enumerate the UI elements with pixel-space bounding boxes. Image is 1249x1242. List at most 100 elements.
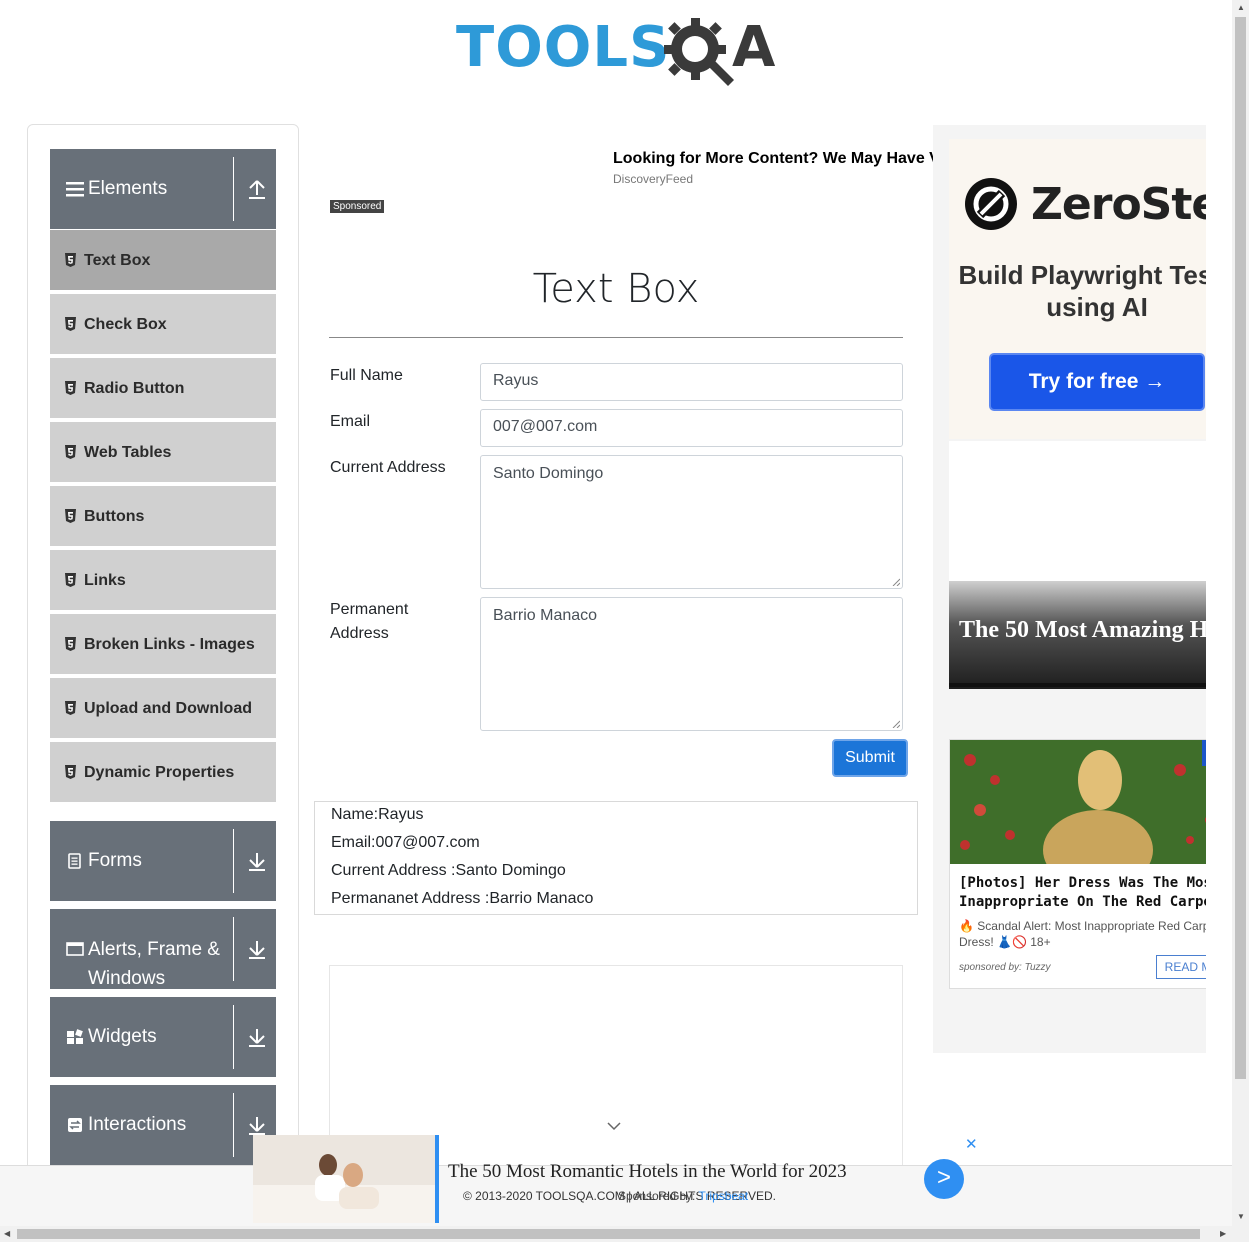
logo-text-tools: TOOLS bbox=[456, 15, 671, 80]
sidebar-item-check-box[interactable]: Check Box bbox=[50, 294, 276, 356]
group-header-forms[interactable]: Forms bbox=[50, 821, 276, 901]
html5-icon bbox=[65, 317, 76, 331]
group-title: Elements bbox=[88, 178, 168, 199]
bottom-ad-sponsor-prefix: Sponsored by: bbox=[618, 1189, 699, 1203]
full-name-input[interactable]: Rayus bbox=[480, 363, 903, 401]
sidebar-item-broken-links[interactable]: Broken Links - Images bbox=[50, 614, 276, 676]
sidebar-item-label: Buttons bbox=[84, 508, 145, 525]
sidebar-item-dynamic-properties[interactable]: Dynamic Properties bbox=[50, 742, 276, 804]
group-header-interactions[interactable]: Interactions bbox=[50, 1085, 276, 1165]
output-panel: Name:Rayus Email:007@007.com Current Add… bbox=[314, 801, 918, 915]
expand-down-icon[interactable] bbox=[246, 1025, 268, 1049]
sidebar-item-label: Upload and Download bbox=[84, 700, 252, 717]
bottom-ad-image bbox=[253, 1135, 435, 1223]
page: TOOLS A Elements Text Box Check Box Radi… bbox=[0, 0, 1249, 1242]
bottom-ad-go-button[interactable]: > bbox=[924, 1159, 964, 1199]
page-title: Text Box bbox=[532, 266, 700, 312]
group-header-alerts[interactable]: Alerts, Frame & Windows bbox=[50, 909, 276, 989]
logo-text-a: A bbox=[732, 15, 776, 80]
sidebar-item-label: Broken Links - Images bbox=[84, 636, 255, 653]
toolsqa-logo[interactable]: TOOLS A bbox=[456, 16, 786, 94]
scroll-right-arrow-icon[interactable]: ▶ bbox=[1220, 1229, 1226, 1238]
horizontal-scrollbar[interactable]: ◀ ▶ bbox=[0, 1226, 1249, 1242]
sidebar-item-text-box[interactable]: Text Box bbox=[50, 230, 276, 292]
permanent-address-textarea[interactable]: Barrio Manaco bbox=[480, 597, 903, 731]
permanent-address-label: Permanent Address bbox=[330, 601, 409, 642]
zerostep-brand: ZeroStep bbox=[1031, 179, 1206, 230]
dress-ad-sponsor: sponsored by: Tuzzy bbox=[959, 962, 1051, 973]
html5-icon bbox=[65, 637, 76, 651]
sidebar-item-radio-button[interactable]: Radio Button bbox=[50, 358, 276, 420]
group-title: Interactions bbox=[88, 1114, 187, 1135]
expand-down-icon[interactable] bbox=[246, 1113, 268, 1137]
sidebar-item-web-tables[interactable]: Web Tables bbox=[50, 422, 276, 484]
title-divider bbox=[329, 337, 903, 338]
hotels-ad-card[interactable]: The 50 Most Amazing Hotels in the World … bbox=[949, 441, 1206, 689]
group-header-elements[interactable]: Elements bbox=[50, 149, 276, 229]
full-name-label: Full Name bbox=[330, 367, 403, 384]
horizontal-scroll-thumb[interactable] bbox=[17, 1229, 1200, 1239]
html5-icon bbox=[65, 509, 76, 523]
divider bbox=[233, 1005, 234, 1069]
document-icon bbox=[68, 853, 81, 869]
bottom-sticky-ad[interactable]: The 50 Most Romantic Hotels in the World… bbox=[253, 1135, 980, 1223]
divider bbox=[233, 157, 234, 221]
scroll-down-arrow-icon[interactable]: ▼ bbox=[1237, 1212, 1245, 1221]
gear-magnifier-icon bbox=[664, 18, 734, 86]
html5-icon bbox=[65, 765, 76, 779]
vertical-scrollbar[interactable]: ▲ ▼ bbox=[1232, 0, 1249, 1226]
dress-ad-card[interactable]: [Photos] Her Dress Was The Most Inapprop… bbox=[949, 739, 1206, 989]
output-current-address: Current Address :Santo Domingo bbox=[331, 862, 566, 879]
top-ad-source: DiscoveryFeed bbox=[613, 172, 694, 186]
dress-ad-image bbox=[950, 740, 1206, 864]
zerostep-tagline: Build Playwright Tests using AI bbox=[958, 260, 1206, 322]
permanent-address-value: Barrio Manaco bbox=[493, 607, 598, 624]
sidebar-item-label: Web Tables bbox=[84, 444, 172, 461]
sidebar: Elements Text Box Check Box Radio Button… bbox=[27, 124, 299, 1184]
divider bbox=[233, 1093, 234, 1157]
bottom-ad-sponsor-name[interactable]: Tripsbeat bbox=[699, 1189, 749, 1203]
sidebar-item-label: Radio Button bbox=[84, 380, 185, 397]
resize-grip-icon[interactable] bbox=[892, 720, 900, 728]
sidebar-item-label: Check Box bbox=[84, 316, 167, 333]
html5-icon bbox=[65, 253, 76, 267]
expand-down-icon[interactable] bbox=[246, 849, 268, 873]
current-address-label: Current Address bbox=[330, 459, 446, 476]
email-input[interactable]: 007@007.com bbox=[480, 409, 903, 447]
try-for-free-button[interactable]: Try for free → bbox=[989, 353, 1205, 411]
output-email: Email:007@007.com bbox=[331, 834, 480, 851]
group-title: Alerts, Frame & Windows bbox=[88, 939, 220, 989]
bottom-ad-headline: The 50 Most Romantic Hotels in the World… bbox=[448, 1161, 847, 1182]
current-address-value: Santo Domingo bbox=[493, 465, 604, 482]
group-header-widgets[interactable]: Widgets bbox=[50, 997, 276, 1077]
html5-icon bbox=[65, 573, 76, 587]
sidebar-item-label: Text Box bbox=[84, 252, 151, 269]
group-title: Forms bbox=[88, 850, 142, 871]
hotels-ad-title: The 50 Most Amazing Hotels in the World … bbox=[959, 617, 1206, 643]
hamburger-icon bbox=[66, 182, 84, 197]
sidebar-item-upload-download[interactable]: Upload and Download bbox=[50, 678, 276, 740]
html5-icon bbox=[65, 701, 76, 715]
zerostep-ad[interactable]: ZeroStep Build Playwright Tests using AI… bbox=[949, 139, 1206, 439]
scroll-left-arrow-icon[interactable]: ◀ bbox=[4, 1229, 10, 1238]
resize-grip-icon[interactable] bbox=[892, 578, 900, 586]
sidebar-item-label: Links bbox=[84, 572, 126, 589]
current-address-textarea[interactable]: Santo Domingo bbox=[480, 455, 903, 589]
output-name: Name:Rayus bbox=[331, 806, 424, 823]
bottom-ad-accent bbox=[435, 1135, 439, 1223]
close-icon[interactable]: ✕ bbox=[965, 1135, 978, 1153]
right-ad-column: ZeroStep Build Playwright Tests using AI… bbox=[933, 125, 1206, 1053]
collapse-up-icon[interactable] bbox=[246, 177, 268, 201]
top-ad-headline[interactable]: Looking for More Content? We May Have V bbox=[613, 150, 933, 168]
expand-down-icon[interactable] bbox=[246, 937, 268, 961]
scroll-up-arrow-icon[interactable]: ▲ bbox=[1237, 3, 1245, 12]
zerostep-logo-icon bbox=[965, 178, 1017, 230]
hotels-ad-bar bbox=[949, 683, 1206, 687]
sidebar-item-links[interactable]: Links bbox=[50, 550, 276, 612]
read-more-button[interactable]: READ MORE bbox=[1156, 955, 1206, 979]
chevron-down-icon[interactable] bbox=[606, 1120, 622, 1132]
sidebar-item-buttons[interactable]: Buttons bbox=[50, 486, 276, 548]
submit-button[interactable]: Submit bbox=[832, 739, 908, 777]
vertical-scroll-thumb[interactable] bbox=[1235, 17, 1246, 1079]
html5-icon bbox=[65, 381, 76, 395]
